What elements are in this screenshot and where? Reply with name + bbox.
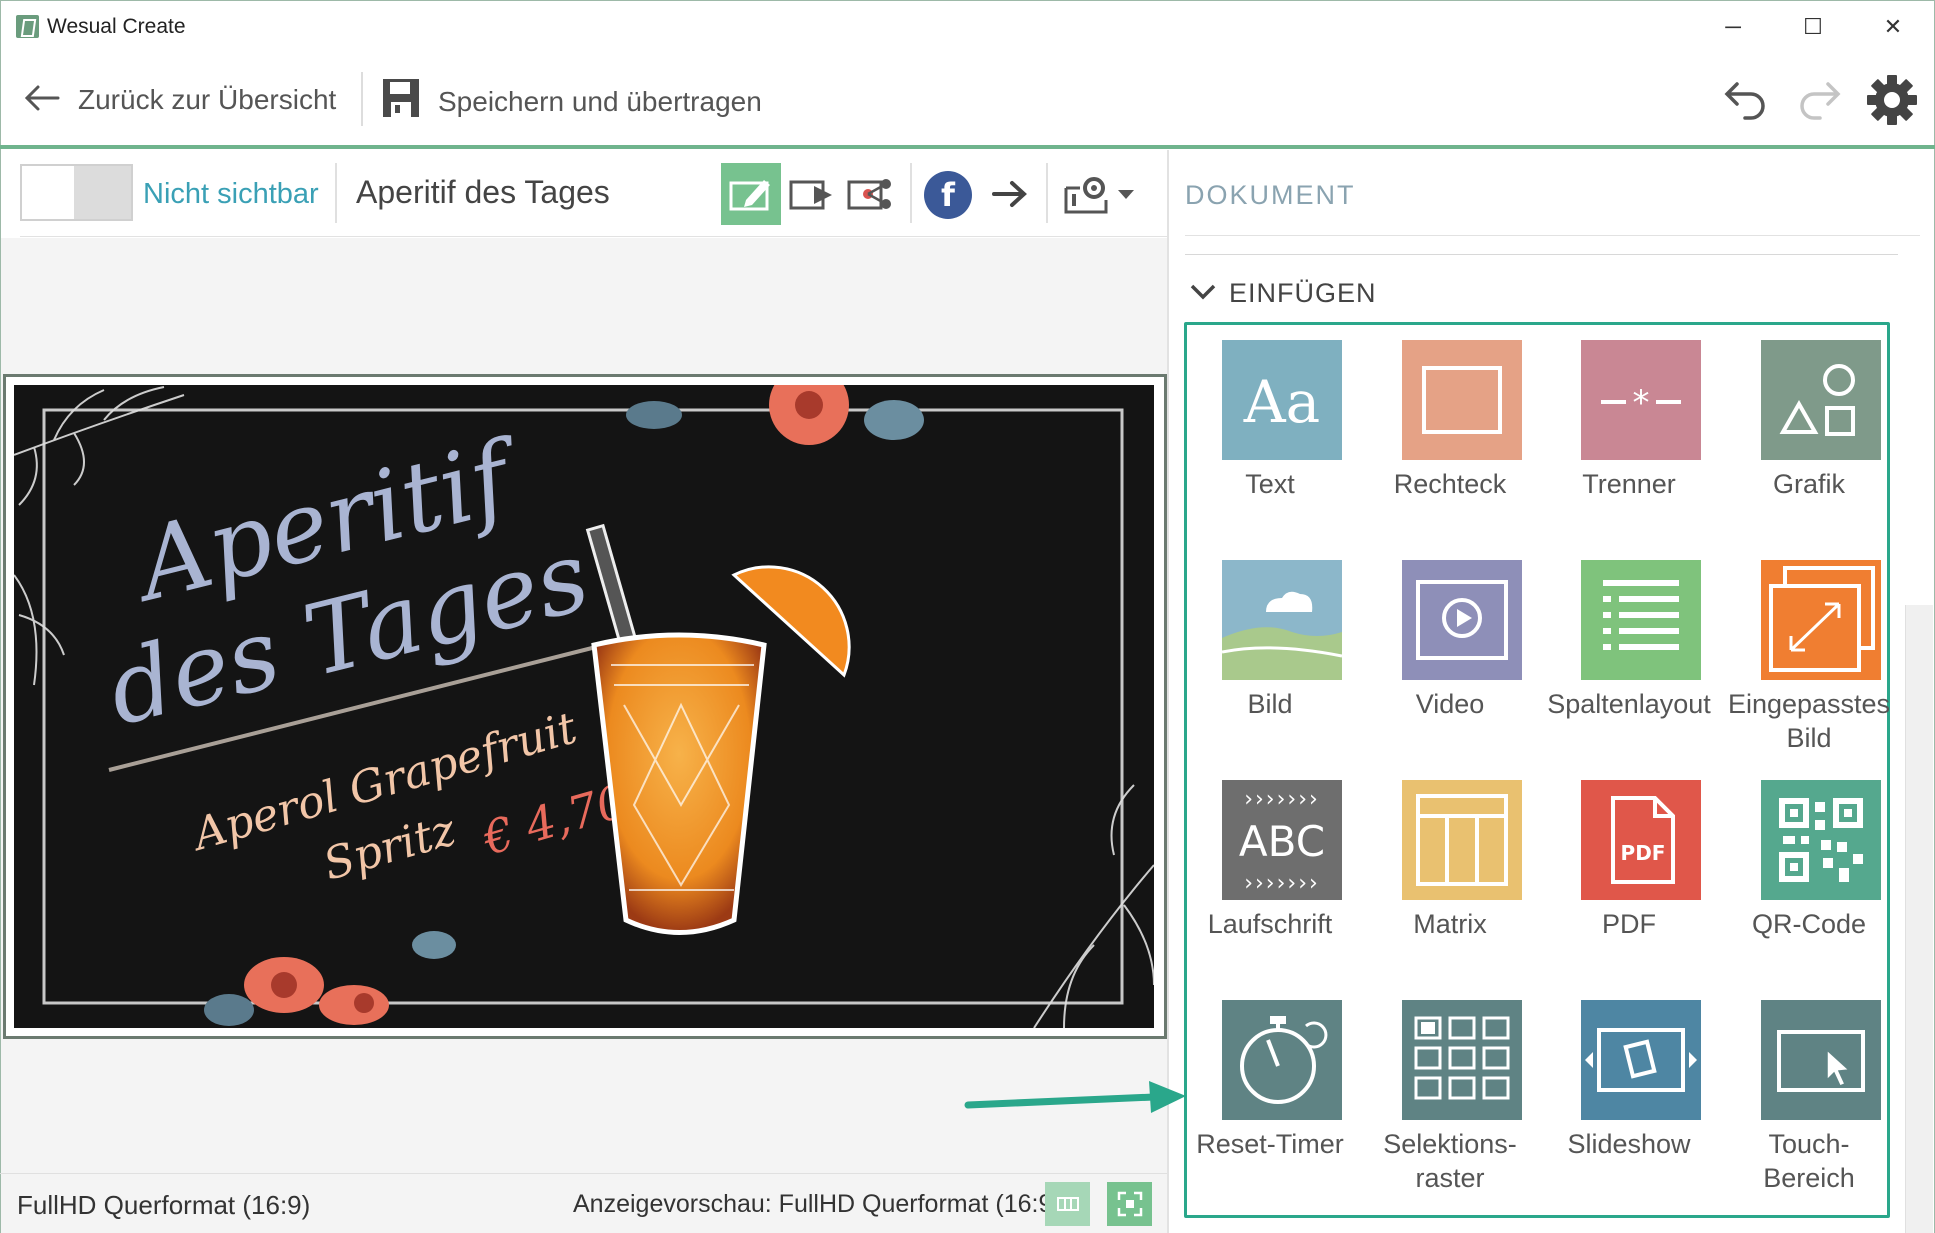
title-bar bbox=[0, 0, 1935, 54]
editor-toolbar-separator bbox=[335, 163, 337, 223]
insert-tile-ticker[interactable]: ABC ››››››› ››››››› Laufschrift bbox=[1180, 762, 1360, 952]
maximize-button[interactable]: ☐ bbox=[1788, 8, 1838, 46]
app-logo-icon bbox=[16, 15, 39, 38]
document-title[interactable]: Aperitif des Tages bbox=[356, 174, 610, 211]
editor-toolbar-divider bbox=[20, 236, 1167, 237]
pdf-icon[interactable]: PDF bbox=[1581, 780, 1701, 900]
svg-text:ABC: ABC bbox=[1239, 817, 1325, 866]
annotation-arrow-icon bbox=[964, 1073, 1194, 1121]
device-settings-dropdown-icon[interactable] bbox=[1062, 170, 1142, 218]
insert-tile-label: Bild bbox=[1247, 689, 1293, 719]
preview-play-icon[interactable] bbox=[788, 170, 836, 218]
insert-tile-label: Trenner bbox=[1582, 469, 1676, 499]
insert-tile-shapes[interactable]: Grafik bbox=[1719, 322, 1899, 512]
divider-icon[interactable]: * bbox=[1581, 340, 1701, 460]
insert-tile-slideshow[interactable]: Slideshow bbox=[1539, 982, 1719, 1172]
panel-scrollbar[interactable] bbox=[1905, 605, 1933, 1233]
insert-tile-label: Spaltenlayout bbox=[1547, 689, 1711, 719]
display-preview-label[interactable]: Anzeigevorschau: FullHD Querformat (16:9… bbox=[573, 1190, 1061, 1219]
toolbar-divider bbox=[0, 145, 1935, 149]
insert-tile-divider[interactable]: * Trenner bbox=[1539, 322, 1719, 512]
back-to-overview-link[interactable]: Zurück zur Übersicht bbox=[78, 84, 336, 116]
touch-area-icon[interactable] bbox=[1761, 1000, 1881, 1120]
fitted-image-icon[interactable] bbox=[1761, 560, 1881, 680]
insert-tile-pdf[interactable]: PDF PDF bbox=[1539, 762, 1719, 952]
insert-tile-selection-grid[interactable]: Selektions- raster bbox=[1360, 982, 1540, 1193]
editor-toolbar-separator bbox=[1046, 163, 1048, 223]
panel-title: DOKUMENT bbox=[1185, 180, 1356, 210]
split-view-icon bbox=[1056, 1197, 1079, 1211]
fullscreen-button[interactable] bbox=[1107, 1182, 1152, 1226]
insert-tile-image[interactable]: Bild bbox=[1180, 542, 1360, 732]
insert-tile-fitted-image[interactable]: Eingepasstes Bild bbox=[1719, 542, 1899, 753]
insert-tile-label: Matrix bbox=[1413, 909, 1487, 939]
svg-text:›››››››: ››››››› bbox=[1244, 787, 1320, 812]
insert-tile-matrix[interactable]: Matrix bbox=[1360, 762, 1540, 952]
svg-text:›››››››: ››››››› bbox=[1244, 871, 1320, 896]
window-title: Wesual Create bbox=[47, 15, 186, 38]
insert-section-header[interactable]: EINFÜGEN bbox=[1229, 278, 1377, 309]
insert-tile-label: Grafik bbox=[1772, 469, 1845, 499]
visibility-label: Nicht sichtbar bbox=[143, 178, 319, 210]
ticker-icon[interactable]: ABC ››››››› ››››››› bbox=[1222, 780, 1342, 900]
share-network-icon[interactable] bbox=[846, 170, 894, 218]
slide-canvas[interactable]: Aperitif des Tages Aperol Grapefruit Spr… bbox=[14, 385, 1154, 1028]
panel-divider bbox=[1185, 235, 1920, 236]
qr-code-icon[interactable] bbox=[1761, 780, 1881, 900]
status-bar-divider bbox=[0, 1173, 1167, 1174]
insert-tile-label: Selektions- raster bbox=[1383, 1129, 1517, 1193]
editor-toolbar-separator bbox=[910, 163, 912, 223]
layout-toggle-button[interactable] bbox=[1045, 1182, 1090, 1226]
facebook-icon[interactable]: f bbox=[924, 171, 972, 219]
undo-icon[interactable] bbox=[1723, 78, 1769, 120]
fullscreen-icon bbox=[1117, 1191, 1142, 1217]
selection-grid-icon[interactable] bbox=[1402, 1000, 1522, 1120]
insert-tile-rectangle[interactable]: Rechteck bbox=[1360, 322, 1540, 512]
insert-tile-video[interactable]: Video bbox=[1360, 542, 1540, 732]
svg-text:Aa: Aa bbox=[1243, 368, 1320, 436]
insert-tile-touch-area[interactable]: Touch- Bereich bbox=[1719, 982, 1899, 1193]
arrow-right-icon[interactable] bbox=[986, 170, 1034, 218]
timer-icon[interactable] bbox=[1222, 1000, 1342, 1120]
insert-tile-label: Slideshow bbox=[1567, 1129, 1691, 1159]
insert-tile-label: Text bbox=[1245, 469, 1295, 499]
insert-tile-label: Reset-Timer bbox=[1196, 1129, 1344, 1159]
back-arrow-icon[interactable] bbox=[22, 78, 62, 118]
insert-tile-label: Video bbox=[1415, 689, 1485, 719]
insert-tile-label: Eingepasstes Bild bbox=[1727, 689, 1891, 753]
floppy-disk-icon[interactable] bbox=[381, 76, 421, 120]
shapes-icon[interactable] bbox=[1761, 340, 1881, 460]
minimize-button[interactable]: ─ bbox=[1708, 8, 1758, 46]
column-layout-icon[interactable] bbox=[1581, 560, 1701, 680]
edit-pencil-icon bbox=[729, 180, 770, 211]
svg-text:PDF: PDF bbox=[1621, 841, 1666, 865]
format-label: FullHD Querformat (16:9) bbox=[17, 1190, 311, 1220]
panel-divider bbox=[1185, 254, 1898, 255]
insert-tile-label: Laufschrift bbox=[1207, 909, 1333, 939]
video-icon[interactable] bbox=[1402, 560, 1522, 680]
insert-tile-qr-code[interactable]: QR-Code bbox=[1719, 762, 1899, 952]
text-icon[interactable]: Aa bbox=[1222, 340, 1342, 460]
insert-tile-label: PDF bbox=[1602, 909, 1656, 939]
slideshow-icon[interactable] bbox=[1581, 1000, 1701, 1120]
matrix-icon[interactable] bbox=[1402, 780, 1522, 900]
insert-tile-label: Touch- Bereich bbox=[1763, 1129, 1855, 1193]
insert-tile-timer[interactable]: Reset-Timer bbox=[1180, 982, 1360, 1172]
toolbar-separator bbox=[361, 72, 363, 126]
insert-tile-column-layout[interactable]: Spaltenlayout bbox=[1539, 542, 1719, 732]
settings-gear-icon[interactable] bbox=[1866, 74, 1918, 126]
insert-tile-label: Rechteck bbox=[1393, 469, 1507, 499]
insert-tile-label: QR-Code bbox=[1751, 909, 1867, 939]
chevron-down-icon[interactable] bbox=[1188, 280, 1218, 304]
svg-text:*: * bbox=[1633, 383, 1650, 423]
rectangle-icon[interactable] bbox=[1402, 340, 1522, 460]
save-and-transfer-button[interactable]: Speichern und übertragen bbox=[438, 86, 762, 118]
close-button[interactable]: ✕ bbox=[1868, 8, 1918, 46]
image-icon[interactable] bbox=[1222, 560, 1342, 680]
insert-tile-text[interactable]: Aa Text bbox=[1180, 322, 1360, 512]
edit-mode-button[interactable] bbox=[721, 163, 781, 225]
redo-icon[interactable] bbox=[1796, 78, 1842, 120]
visibility-toggle-knob[interactable] bbox=[22, 166, 74, 219]
